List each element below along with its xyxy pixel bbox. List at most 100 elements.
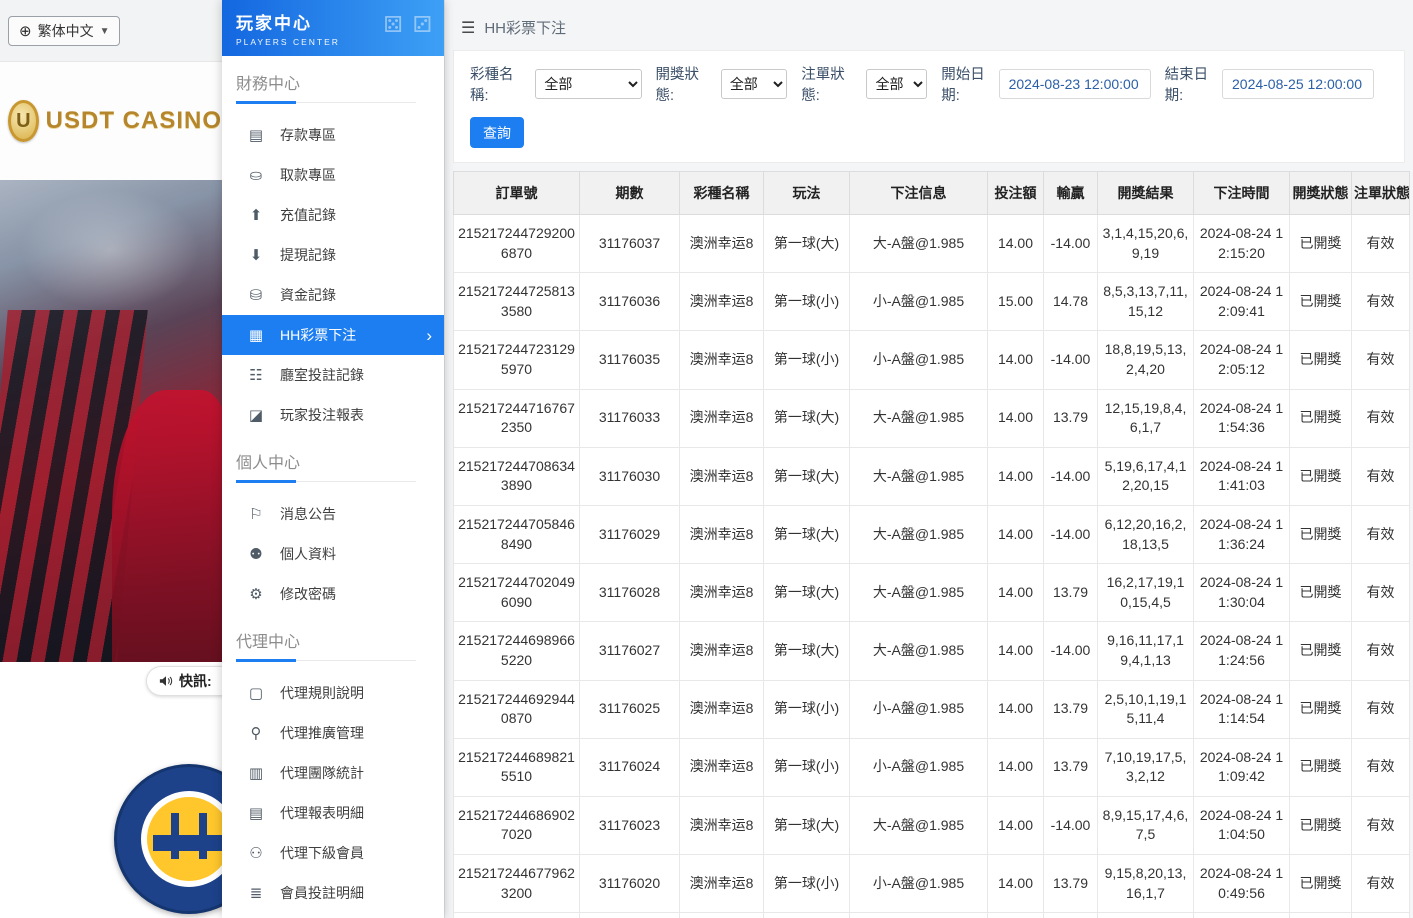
cell-bet-amount: 14.00 [988, 564, 1044, 622]
cell-draw-status: 已開獎 [1290, 796, 1352, 854]
cell-bet-status: 有效 [1352, 389, 1410, 447]
cell-draw-status: 已開獎 [1290, 855, 1352, 913]
cell-bet-info: 小-A盤@1.985 [850, 680, 988, 738]
hero-glow [20, 190, 200, 310]
draw-status-filter-group: 開獎狀態: 全部 [656, 63, 788, 105]
cell-period: 31176019 [580, 913, 680, 918]
sidebar-item-recharge-record[interactable]: ⬆ 充值記錄 › [222, 195, 444, 235]
column-header: 注單狀態 [1352, 172, 1410, 215]
table-row: 2152172447020496090 31176028 澳洲幸运8 第一球(大… [454, 564, 1410, 622]
logo-text: USDT CASINO [46, 107, 222, 135]
table-row: 215217244675569 31176019 澳洲幸运8 第一球(大) 大-… [454, 913, 1410, 918]
column-header: 下注信息 [850, 172, 988, 215]
cell-win-loss: 13.79 [1044, 680, 1098, 738]
sidebar-item-member-transaction-detail[interactable]: ☰ 會員交易明細 › [222, 913, 444, 918]
sidebar-section: 財務中心 ▤ 存款專區 › ⛀ 取款專區 › ⬆ 充值記錄 › ⬇ 提現記錄 ›… [222, 70, 444, 437]
sidebar-item-agent-rules[interactable]: ▢ 代理規則說明 › [222, 673, 444, 713]
player-bet-report-icon: ◪ [247, 406, 265, 424]
site-logo[interactable]: U USDT CASINO [0, 62, 222, 180]
item-label: 廳室投註記錄 [280, 365, 364, 385]
item-label: 存款專區 [280, 125, 336, 145]
cell-period: 31176023 [580, 796, 680, 854]
cell-draw-status: 已開獎 [1290, 564, 1352, 622]
cell-bet-time: 2024-08-24 11:30:04 [1194, 564, 1290, 622]
cell-bet-time: 2024-08-24 12:09:41 [1194, 273, 1290, 331]
cell-win-loss: 13.79 [1044, 564, 1098, 622]
language-selector[interactable]: ⊕ 繁体中文 ▼ [8, 16, 120, 46]
cell-play-type: 第一球(大) [764, 447, 850, 505]
cell-play-type: 第一球(大) [764, 505, 850, 563]
sidebar-item-agent-team-stats[interactable]: ▥ 代理團隊統計 › [222, 753, 444, 793]
sidebar-item-agent-promotion[interactable]: ⚲ 代理推廣管理 › [222, 713, 444, 753]
lottery-select[interactable]: 全部 [535, 69, 641, 99]
bet-status-select[interactable]: 全部 [866, 69, 927, 99]
cell-draw-result: 7,10,19,17,5,3,2,12 [1098, 738, 1194, 796]
cell-lottery-name: 澳洲幸运8 [680, 215, 764, 273]
section-items: ⚐ 消息公告 › ⚉ 個人資料 › ⚙ 修改密碼 › [222, 490, 444, 616]
cell-order-number: 2152172446898215510 [454, 738, 580, 796]
cell-draw-result: 2,5,10,1,19,15,11,4 [1098, 680, 1194, 738]
hh-lottery-bet-icon: ▦ [247, 326, 265, 344]
sidebar-item-withdrawal-record[interactable]: ⬇ 提現記錄 › [222, 235, 444, 275]
sidebar-item-member-bet-detail[interactable]: ≣ 會員投註明細 › [222, 873, 444, 913]
deposit-area-icon: ▤ [247, 126, 265, 144]
cell-bet-time: 2024-08-24 11:09:42 [1194, 738, 1290, 796]
dice-icon: ⚄ ⚂ [384, 12, 434, 38]
news-label: 快訊: [179, 671, 212, 691]
cell-bet-info: 小-A盤@1.985 [850, 738, 988, 796]
cell-draw-result: 9,16,11,17,19,4,1,13 [1098, 622, 1194, 680]
column-header: 開獎狀態 [1290, 172, 1352, 215]
table-row: 2152172446779623200 31176020 澳洲幸运8 第一球(小… [454, 855, 1410, 913]
cell-bet-info: 大-A盤@1.985 [850, 505, 988, 563]
draw-status-select[interactable]: 全部 [721, 69, 787, 99]
lottery-filter-label: 彩種名稱: [470, 63, 528, 105]
main-header: ☰ HH彩票下注 [445, 0, 1413, 50]
item-label: 會員投註明細 [280, 883, 364, 903]
cell-bet-amount: 14.00 [988, 215, 1044, 273]
hero-red-jersey [112, 390, 222, 662]
cell-win-loss: -14.00 [1044, 447, 1098, 505]
sidebar-item-announcements[interactable]: ⚐ 消息公告 › [222, 494, 444, 534]
chevron-right-icon: › [426, 327, 432, 344]
cell-bet-amount: 14.00 [988, 913, 1044, 918]
sidebar-item-deposit-area[interactable]: ▤ 存款專區 › [222, 115, 444, 155]
section-items: ▢ 代理規則說明 › ⚲ 代理推廣管理 › ▥ 代理團隊統計 › ▤ 代理報表明… [222, 669, 444, 918]
cell-bet-amount: 14.00 [988, 389, 1044, 447]
sidebar-item-room-bet-record[interactable]: ☷ 廳室投註記錄 › [222, 355, 444, 395]
sidebar-item-funds-record[interactable]: ⛁ 資金記錄 › [222, 275, 444, 315]
item-label: 修改密碼 [280, 584, 336, 604]
cell-lottery-name: 澳洲幸运8 [680, 447, 764, 505]
cell-win-loss: 13.79 [1044, 913, 1098, 918]
sidebar-item-player-bet-report[interactable]: ◪ 玩家投注報表 › [222, 395, 444, 435]
cell-bet-info: 小-A盤@1.985 [850, 273, 988, 331]
item-label: 代理團隊統計 [280, 763, 364, 783]
cell-period: 31176033 [580, 389, 680, 447]
sidebar-item-agent-report-detail[interactable]: ▤ 代理報表明細 › [222, 793, 444, 833]
sidebar-item-hh-lottery-bet[interactable]: ▦ HH彩票下注 › [222, 315, 444, 355]
cell-bet-status: 有效 [1352, 215, 1410, 273]
cell-period: 31176035 [580, 331, 680, 389]
end-date-input[interactable] [1222, 69, 1374, 99]
cell-draw-status: 已開獎 [1290, 738, 1352, 796]
agent-report-detail-icon: ▤ [247, 804, 265, 822]
cell-draw-status: 已開獎 [1290, 331, 1352, 389]
query-button[interactable]: 查詢 [470, 117, 524, 148]
sidebar-item-change-password[interactable]: ⚙ 修改密碼 › [222, 574, 444, 614]
cell-draw-result: 9,15,8,20,13,16,1,7 [1098, 855, 1194, 913]
cell-play-type: 第一球(大) [764, 796, 850, 854]
menu-icon[interactable]: ☰ [461, 18, 475, 38]
cell-period: 31176024 [580, 738, 680, 796]
column-header: 開獎結果 [1098, 172, 1194, 215]
cell-bet-info: 大-A盤@1.985 [850, 447, 988, 505]
sidebar-item-withdraw-area[interactable]: ⛀ 取款專區 › [222, 155, 444, 195]
sidebar-item-agent-sub-members[interactable]: ⚇ 代理下級會員 › [222, 833, 444, 873]
cell-win-loss: 13.79 [1044, 738, 1098, 796]
cell-period: 31176025 [580, 680, 680, 738]
sidebar-item-profile[interactable]: ⚉ 個人資料 › [222, 534, 444, 574]
column-header: 訂單號 [454, 172, 580, 215]
cell-period: 31176020 [580, 855, 680, 913]
start-date-input[interactable] [999, 69, 1151, 99]
cell-bet-amount: 14.00 [988, 738, 1044, 796]
room-bet-record-icon: ☷ [247, 366, 265, 384]
announcements-icon: ⚐ [247, 505, 265, 523]
